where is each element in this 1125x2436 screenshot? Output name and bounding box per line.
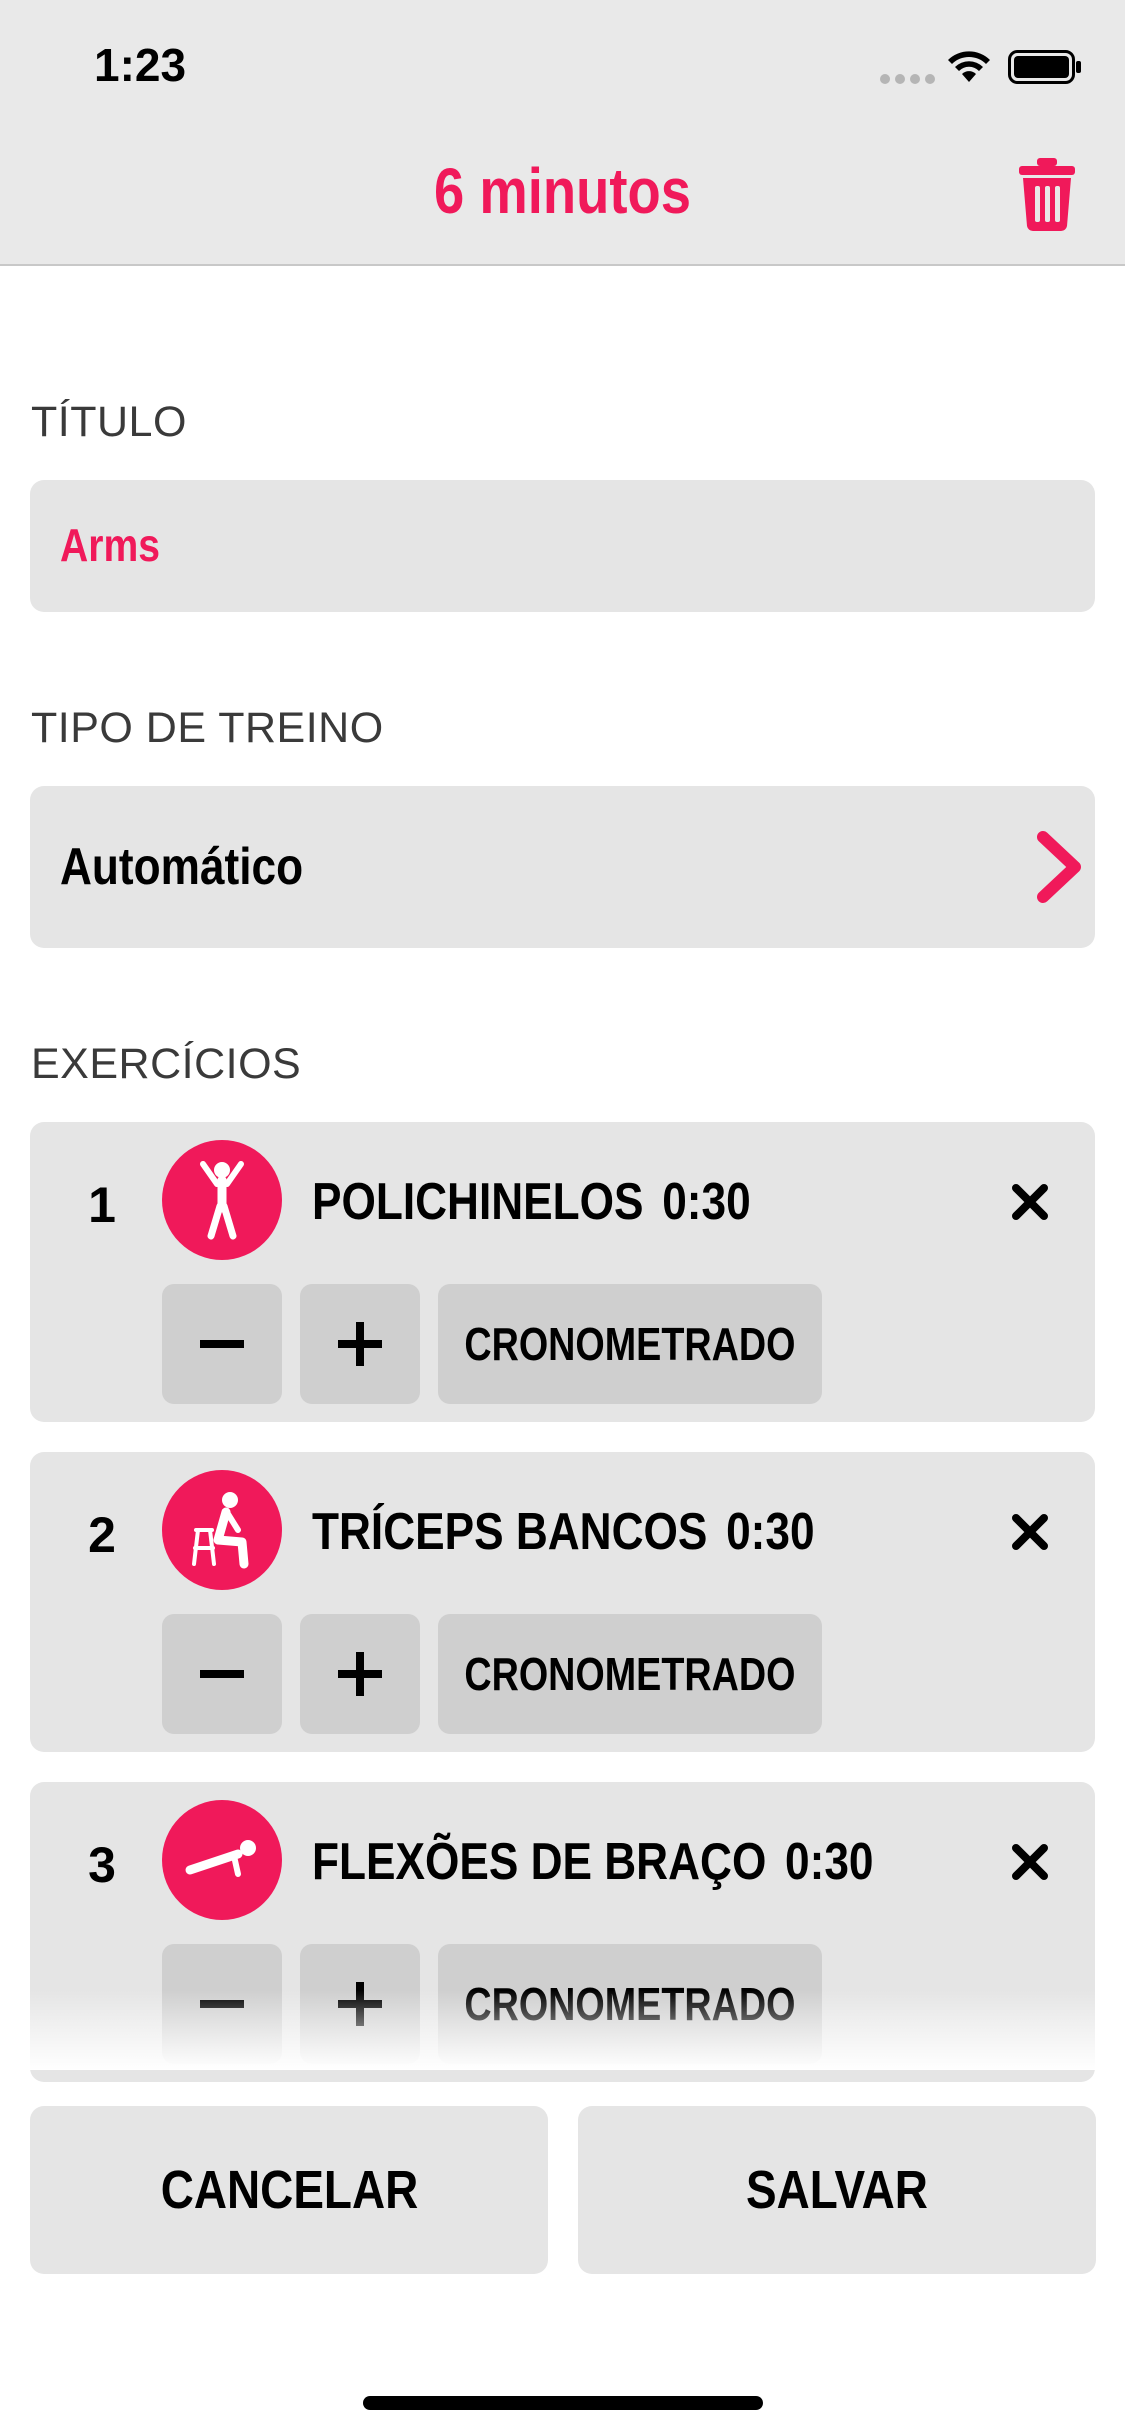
exercise-name-row: TRÍCEPS BANCOS 0:30 (312, 1502, 815, 1562)
exercise-duration: 0:30 (726, 1503, 815, 1561)
workout-type-selector[interactable]: Automático (30, 786, 1095, 948)
exercise-number: 1 (88, 1177, 116, 1233)
cellular-signal-icon (880, 74, 936, 86)
status-bar: 1:23 (0, 0, 1125, 132)
mode-label: CRONOMETRADO (464, 1318, 796, 1370)
increase-duration-button[interactable] (300, 1284, 420, 1404)
decrease-duration-button[interactable] (162, 1614, 282, 1734)
workout-type-value: Automático (60, 838, 304, 896)
exercise-duration: 0:30 (785, 1833, 874, 1891)
remove-exercise-button[interactable] (1010, 1842, 1050, 1882)
triceps-dips-icon (162, 1470, 282, 1590)
mode-label: CRONOMETRADO (464, 1648, 796, 1700)
plus-icon (338, 1322, 382, 1366)
trash-icon (1019, 158, 1075, 232)
cancel-label: CANCELAR (160, 2160, 418, 2220)
battery-icon (1008, 50, 1081, 84)
delete-button[interactable] (1015, 156, 1079, 232)
decrease-duration-button[interactable] (162, 1284, 282, 1404)
exercise-duration: 0:30 (662, 1173, 751, 1231)
increase-duration-button[interactable] (300, 1614, 420, 1734)
status-time: 1:23 (94, 39, 187, 91)
title-field[interactable]: Arms (30, 480, 1095, 612)
title-section-label: TÍTULO (31, 398, 187, 446)
scroll-fade-overlay (0, 1990, 1125, 2070)
remove-exercise-button[interactable] (1010, 1512, 1050, 1552)
minus-icon (200, 1340, 244, 1348)
remove-exercise-button[interactable] (1010, 1182, 1050, 1222)
mode-toggle-button[interactable]: CRONOMETRADO (438, 1614, 822, 1734)
plus-icon (338, 1652, 382, 1696)
save-label: SALVAR (746, 2160, 928, 2220)
exercise-number: 2 (88, 1507, 116, 1563)
exercise-name: TRÍCEPS BANCOS (312, 1503, 708, 1561)
minus-icon (200, 1670, 244, 1678)
chevron-right-icon (1037, 831, 1081, 903)
wifi-icon (948, 51, 990, 82)
exercise-name-row: FLEXÕES DE BRAÇO 0:30 (312, 1832, 873, 1892)
cancel-button[interactable]: CANCELAR (30, 2106, 548, 2274)
jumping-jacks-icon (162, 1140, 282, 1260)
push-up-icon (162, 1800, 282, 1920)
save-button[interactable]: SALVAR (578, 2106, 1096, 2274)
nav-bar: 6 minutos (0, 132, 1125, 266)
workout-type-section-label: TIPO DE TREINO (31, 704, 384, 752)
exercise-number: 3 (88, 1837, 116, 1893)
exercise-name: POLICHINELOS (312, 1173, 644, 1231)
exercise-card-1: 1 POLICHINELOS 0:30 CRONOMETRADO (30, 1122, 1095, 1422)
mode-toggle-button[interactable]: CRONOMETRADO (438, 1284, 822, 1404)
nav-title: 6 minutos (434, 155, 691, 227)
home-indicator (363, 2396, 763, 2410)
exercises-section-label: EXERCÍCIOS (31, 1040, 302, 1088)
exercise-name-row: POLICHINELOS 0:30 (312, 1172, 751, 1232)
exercise-card-2: 2 TRÍCEPS BANCOS 0:30 CRONOMETRADO (30, 1452, 1095, 1752)
title-value: Arms (60, 519, 160, 571)
exercise-name: FLEXÕES DE BRAÇO (312, 1833, 767, 1891)
